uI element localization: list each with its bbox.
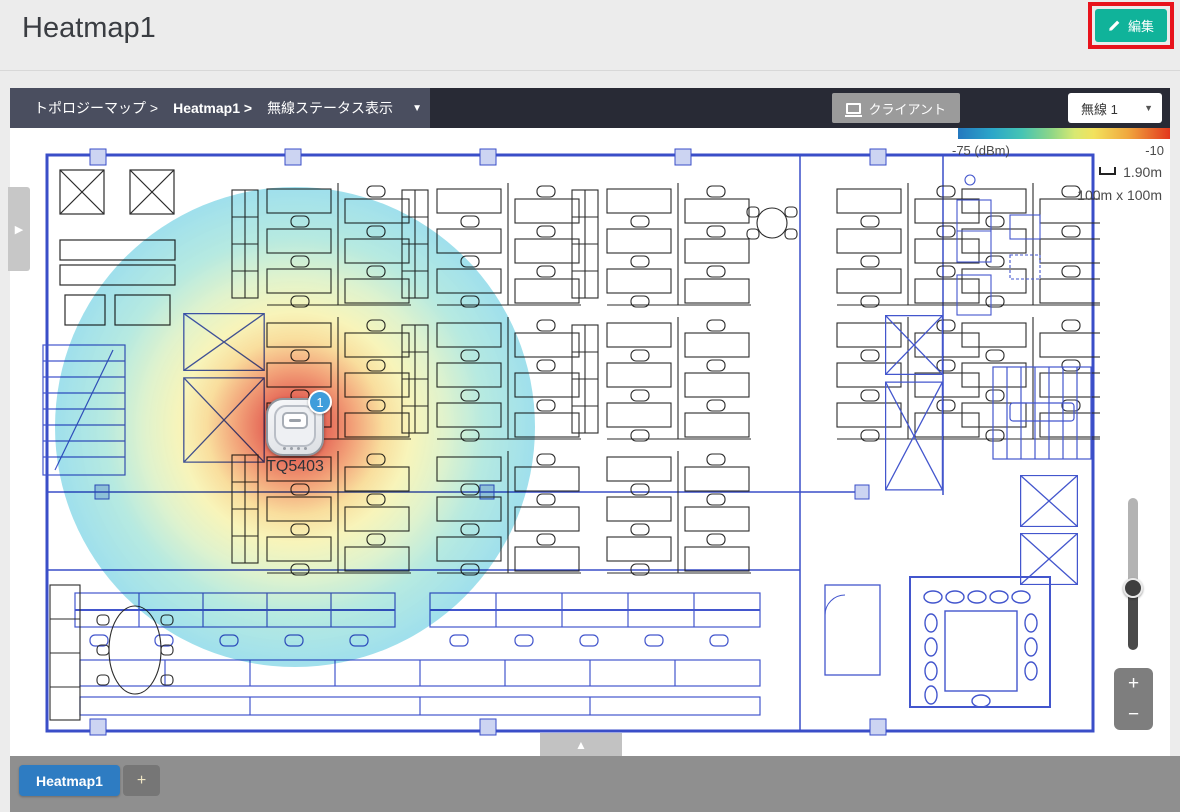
small-rooms — [825, 585, 880, 675]
chevron-right-icon: ▶ — [15, 223, 23, 236]
page-title: Heatmap1 — [22, 12, 156, 45]
zoom-buttons: + − — [1114, 668, 1153, 730]
breadcrumb-heatmap1[interactable]: Heatmap1 > — [173, 100, 252, 116]
edit-button-label: 編集 — [1128, 16, 1154, 35]
ap-name-label: TQ5403 — [235, 458, 355, 476]
scale-bracket-icon — [1099, 167, 1116, 175]
add-map-tab-button[interactable]: + — [123, 765, 160, 796]
zoom-slider-thumb[interactable] — [1123, 578, 1143, 598]
access-point-icon-dots — [283, 447, 307, 450]
header-divider — [0, 70, 1180, 71]
zoom-slider-track-lower[interactable] — [1128, 590, 1138, 650]
tab-heatmap1[interactable]: Heatmap1 — [19, 765, 120, 796]
legend-min-label: -75 (dBm) — [952, 143, 1010, 158]
scale-value: 1.90m — [1123, 164, 1162, 180]
bottom-panel-handle[interactable]: ▲ — [540, 733, 622, 757]
ap-radio-count-badge: 1 — [308, 390, 332, 414]
breadcrumb-wireless-status[interactable]: 無線ステータス表示 — [267, 98, 393, 118]
breadcrumb-dropdown-arrow-icon[interactable]: ▼ — [412, 103, 422, 114]
chevron-up-icon: ▲ — [575, 738, 587, 752]
zoom-slider[interactable] — [1128, 498, 1138, 650]
client-monitor-icon — [846, 103, 861, 114]
client-button[interactable]: クライアント — [832, 93, 960, 123]
client-button-label: クライアント — [869, 99, 946, 118]
breadcrumb-topology[interactable]: トポロジーマップ > — [34, 98, 158, 118]
conference-room — [910, 577, 1050, 707]
radio-select-value: 無線 1 — [1081, 99, 1118, 118]
map-size-label: 100m x 100m — [1077, 187, 1162, 203]
radio-select-dropdown[interactable]: 無線 1 ▼ — [1068, 93, 1162, 123]
edit-button-highlight-annotation: 編集 — [1088, 2, 1174, 49]
zoom-slider-track-upper[interactable] — [1128, 498, 1138, 586]
edit-button[interactable]: 編集 — [1095, 9, 1167, 42]
map-tab-bar: Heatmap1 + — [10, 756, 1180, 812]
zoom-out-button[interactable]: − — [1120, 703, 1147, 726]
left-panel-handle[interactable]: ▶ — [8, 187, 30, 271]
signal-gradient-bar — [958, 128, 1170, 139]
lounge — [957, 175, 1040, 315]
pencil-icon — [1108, 19, 1121, 32]
heatmap-canvas[interactable]: 1 TQ5403 トポロジーマップ > Heatmap1 > 無線ステータス表示… — [10, 88, 1170, 757]
map-scale: 1.90m — [1099, 164, 1162, 180]
access-point-node[interactable]: 1 TQ5403 — [266, 398, 324, 472]
signal-legend-labels: -75 (dBm) -10 — [952, 143, 1164, 158]
round-table — [747, 207, 797, 239]
breadcrumb: トポロジーマップ > Heatmap1 > 無線ステータス表示 ▼ — [10, 88, 430, 128]
zoom-in-button[interactable]: + — [1120, 672, 1147, 695]
radio-select-arrow-icon: ▼ — [1144, 103, 1153, 113]
access-point-icon-port — [282, 412, 308, 429]
map-toolbar: トポロジーマップ > Heatmap1 > 無線ステータス表示 ▼ クライアント… — [10, 88, 1170, 128]
legend-max-label: -10 — [1145, 143, 1164, 158]
